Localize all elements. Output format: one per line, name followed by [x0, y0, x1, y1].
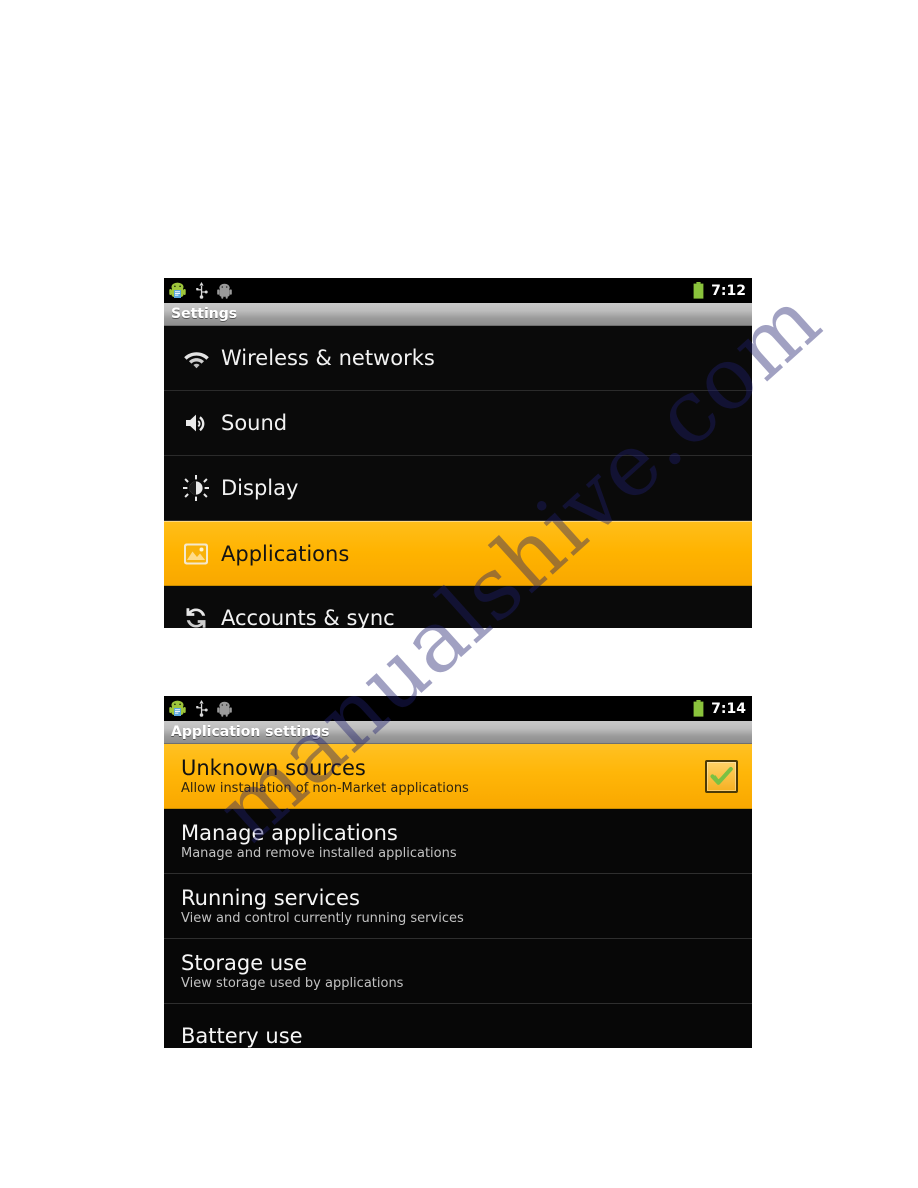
sidebar-item-wireless-networks[interactable]: Wireless & networks: [164, 326, 752, 391]
sidebar-item-label: Accounts & sync: [221, 606, 395, 628]
list-item-summary: Manage and remove installed applications: [181, 845, 457, 861]
checkmark-icon: [710, 766, 733, 785]
sidebar-item-accounts-sync[interactable]: Accounts & sync: [164, 586, 752, 628]
list-item-running-services[interactable]: Running services View and control curren…: [164, 874, 752, 939]
screenshot-application-settings: 7:14 Application settings Unknown source…: [164, 696, 752, 1048]
list-item-unknown-sources[interactable]: Unknown sources Allow installation of no…: [164, 744, 752, 809]
status-bar-clock: 7:14: [711, 700, 746, 717]
android-notification-icon: [169, 700, 186, 718]
sidebar-item-label: Applications: [221, 541, 350, 566]
list-item-texts: Running services View and control curren…: [181, 887, 738, 926]
status-bar-right: 7:14: [693, 700, 746, 717]
android-debug-icon: [217, 283, 232, 299]
list-item-title: Manage applications: [181, 820, 398, 845]
battery-full-icon: [693, 282, 704, 299]
list-item-summary: View storage used by applications: [181, 975, 404, 991]
wifi-icon: [176, 348, 216, 369]
unknown-sources-checkbox[interactable]: [705, 759, 738, 793]
status-bar-clock: 7:12: [711, 282, 746, 299]
page-title: Settings: [171, 306, 238, 322]
titlebar-settings: Settings: [164, 303, 752, 326]
list-item-storage-use[interactable]: Storage use View storage used by applica…: [164, 939, 752, 1004]
usb-icon: [195, 700, 208, 717]
screenshot-settings: 7:12 Settings Wireless & networks Sound …: [164, 278, 752, 628]
list-item-summary: View and control currently running servi…: [181, 910, 464, 926]
settings-list: Wireless & networks Sound Display Applic…: [164, 326, 752, 628]
status-bar: 7:12: [164, 278, 752, 303]
sidebar-item-label: Sound: [221, 411, 288, 435]
list-item-title: Unknown sources: [181, 755, 366, 780]
page-title: Application settings: [171, 724, 330, 740]
sidebar-item-sound[interactable]: Sound: [164, 391, 752, 456]
list-item-manage-applications[interactable]: Manage applications Manage and remove in…: [164, 809, 752, 874]
sidebar-item-display[interactable]: Display: [164, 456, 752, 521]
brightness-icon: [176, 475, 216, 501]
sidebar-item-label: Display: [221, 476, 299, 500]
usb-icon: [195, 282, 208, 299]
list-item-texts: Storage use View storage used by applica…: [181, 952, 738, 991]
list-item-texts: Battery use: [181, 1025, 738, 1047]
list-item-texts: Unknown sources Allow installation of no…: [181, 757, 705, 796]
list-item-title: Storage use: [181, 950, 308, 975]
list-item-title: Battery use: [181, 1023, 303, 1048]
titlebar-application-settings: Application settings: [164, 721, 752, 744]
sidebar-item-applications[interactable]: Applications: [164, 521, 752, 586]
list-item-summary: Allow installation of non-Market applica…: [181, 780, 469, 796]
list-item-texts: Manage applications Manage and remove in…: [181, 822, 738, 861]
sync-icon: [176, 606, 216, 628]
list-item-title: Running services: [181, 885, 360, 910]
list-item-battery-use[interactable]: Battery use: [164, 1004, 752, 1048]
status-bar-icons: [169, 700, 232, 718]
status-bar-icons: [169, 282, 232, 300]
sidebar-item-label: Wireless & networks: [221, 346, 435, 370]
status-bar: 7:14: [164, 696, 752, 721]
status-bar-right: 7:12: [693, 282, 746, 299]
speaker-icon: [176, 412, 216, 434]
android-debug-icon: [217, 701, 232, 717]
application-settings-list: Unknown sources Allow installation of no…: [164, 744, 752, 1048]
battery-full-icon: [693, 700, 704, 717]
android-notification-icon: [169, 282, 186, 300]
applications-icon: [176, 542, 216, 566]
